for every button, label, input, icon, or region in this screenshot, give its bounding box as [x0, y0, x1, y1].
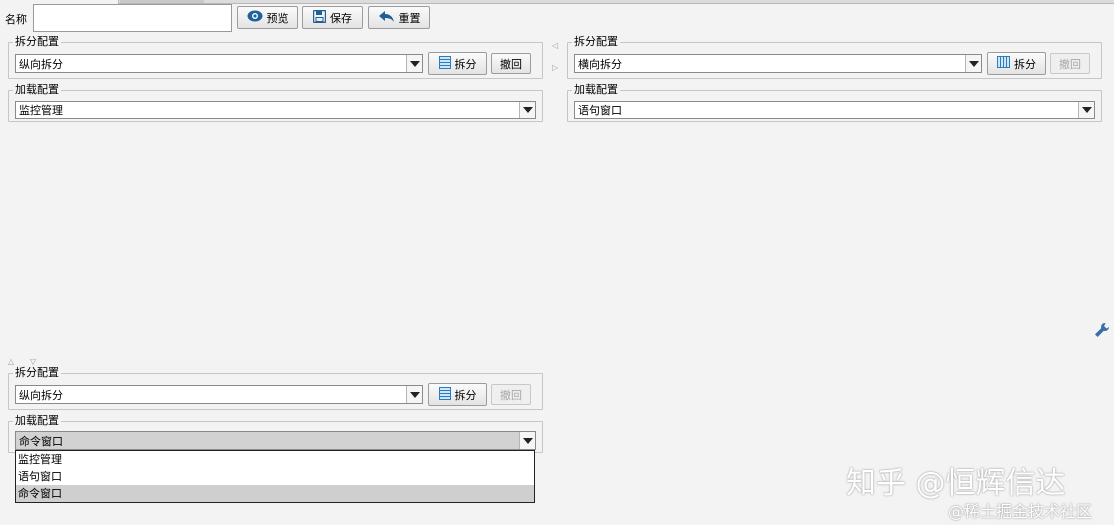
split-button-label: 拆分: [454, 388, 477, 402]
split-mode-value: 横向拆分: [578, 57, 622, 71]
split-mode-select-1[interactable]: 纵向拆分: [15, 54, 423, 73]
chevron-down-icon[interactable]: [519, 432, 535, 449]
load-config-title: 加载配置: [13, 83, 61, 97]
load-config-title: 加载配置: [13, 414, 61, 428]
load-value: 命令窗口: [19, 434, 63, 448]
split-button-label: 拆分: [1014, 57, 1036, 71]
save-button[interactable]: 保存: [302, 6, 363, 29]
collapse-right-icon[interactable]: ▷: [552, 64, 558, 72]
reset-label: 重置: [398, 11, 421, 25]
undo-button-3[interactable]: 撤回: [491, 384, 531, 405]
split-button-1[interactable]: 拆分: [428, 52, 487, 75]
name-input[interactable]: [33, 4, 232, 32]
collapse-up-icon[interactable]: △: [8, 358, 14, 366]
dropdown-option-selected[interactable]: 命令窗口: [16, 485, 534, 502]
split-button-label: 拆分: [454, 57, 477, 71]
chevron-down-icon[interactable]: [406, 386, 422, 403]
chevron-down-icon[interactable]: [1078, 102, 1094, 118]
undo-button-label: 撤回: [500, 388, 522, 402]
split-config-title: 拆分配置: [13, 366, 61, 380]
reset-button[interactable]: 重置: [368, 6, 430, 29]
watermark-main: 知乎 @恒辉信达: [846, 466, 1066, 501]
split-mode-value: 纵向拆分: [19, 57, 63, 71]
load-value: 监控管理: [19, 104, 63, 117]
undo-button-label: 撤回: [1059, 57, 1081, 71]
split-mode-value: 纵向拆分: [19, 388, 63, 402]
load-dropdown-list: 监控管理 语句窗口 命令窗口: [15, 450, 535, 503]
columns-icon: [997, 56, 1010, 71]
rows-icon: [438, 55, 451, 72]
undo-button-2[interactable]: 撤回: [1050, 53, 1090, 74]
chevron-down-icon[interactable]: [406, 55, 422, 72]
wrench-icon[interactable]: [1094, 322, 1110, 341]
inactive-tab[interactable]: [120, 0, 204, 3]
dropdown-option[interactable]: 监控管理: [16, 451, 534, 468]
watermark-sub: @稀土掘金技术社区: [948, 502, 1093, 521]
preview-button[interactable]: 预览: [237, 6, 298, 29]
rows-icon: [438, 386, 451, 403]
undo-button-label: 撤回: [500, 57, 522, 71]
load-select-2[interactable]: 语句窗口: [574, 101, 1095, 119]
save-label: 保存: [330, 11, 352, 25]
chevron-down-icon[interactable]: [519, 102, 535, 118]
undo-button-1[interactable]: 撤回: [491, 53, 531, 74]
load-select-1[interactable]: 监控管理: [15, 101, 536, 119]
split-button-3[interactable]: 拆分: [428, 383, 487, 406]
split-button-2[interactable]: 拆分: [987, 52, 1046, 75]
dropdown-option[interactable]: 语句窗口: [16, 468, 534, 485]
floppy-icon: [312, 9, 327, 26]
collapse-down-icon[interactable]: ▽: [30, 358, 36, 366]
undo-arrow-icon: [378, 10, 395, 26]
load-value: 语句窗口: [578, 104, 622, 117]
preview-label: 预览: [266, 11, 289, 25]
split-config-title: 拆分配置: [13, 35, 61, 49]
chevron-down-icon[interactable]: [965, 55, 981, 72]
name-label: 名称: [5, 13, 27, 26]
load-config-title: 加载配置: [572, 83, 620, 97]
eye-icon: [247, 10, 263, 25]
load-select-3[interactable]: 命令窗口: [15, 431, 536, 450]
split-mode-select-3[interactable]: 纵向拆分: [15, 385, 423, 404]
split-mode-select-2[interactable]: 横向拆分: [574, 54, 982, 73]
collapse-left-icon[interactable]: ◁: [552, 42, 558, 50]
split-config-title: 拆分配置: [572, 35, 620, 49]
